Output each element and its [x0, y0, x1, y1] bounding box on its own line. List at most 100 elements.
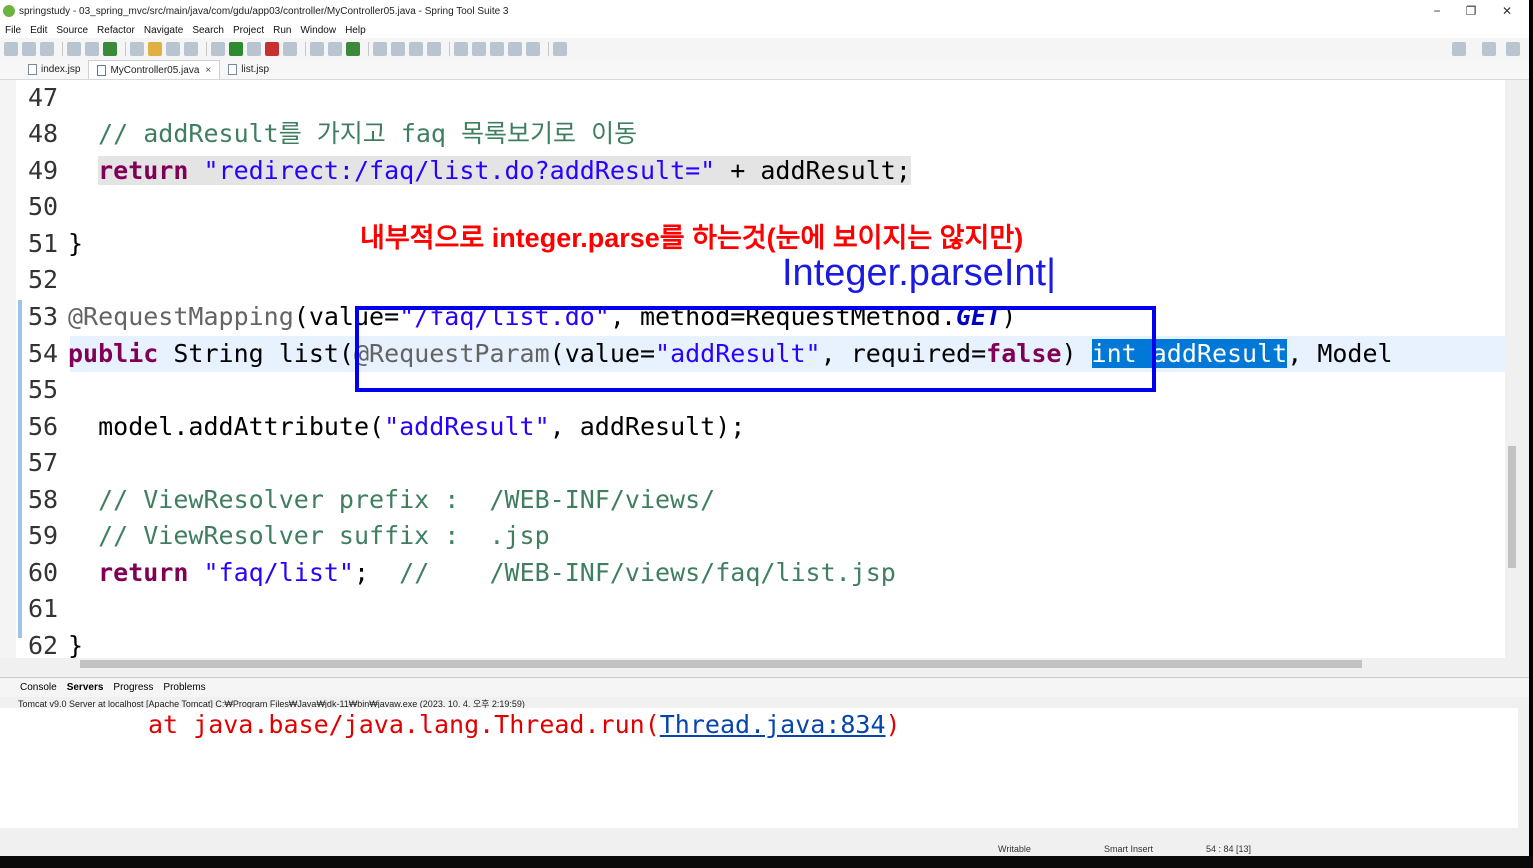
code-line: 61: [28, 591, 68, 627]
line-number: 58: [28, 485, 59, 514]
menu-source[interactable]: Source: [56, 25, 88, 36]
tab-console[interactable]: Console: [20, 682, 57, 693]
stack-trace-text: ): [885, 710, 901, 739]
new-java-project-icon[interactable]: [310, 42, 324, 56]
toggle-mark-icon[interactable]: [184, 42, 198, 56]
java-file-icon: [97, 64, 107, 76]
console-output[interactable]: at java.base/java.lang.Thread.run(Thread…: [0, 708, 1518, 828]
tab-problems[interactable]: Problems: [163, 682, 205, 693]
back-icon[interactable]: [508, 42, 522, 56]
maximize-button[interactable]: ❐: [1454, 0, 1488, 22]
terminal-icon[interactable]: [67, 42, 81, 56]
menu-run[interactable]: Run: [273, 25, 291, 36]
status-cursor-position: 54 : 84 [13]: [1206, 844, 1252, 854]
open-perspective-icon[interactable]: [1482, 42, 1496, 56]
menu-project[interactable]: Project: [233, 25, 264, 36]
tab-index-jsp[interactable]: index.jsp: [20, 60, 88, 79]
code-string: "faq/list": [188, 558, 354, 587]
minimize-button[interactable]: −: [1420, 0, 1454, 22]
search-toolbar-icon[interactable]: [409, 42, 423, 56]
next-annotation-icon[interactable]: [454, 42, 468, 56]
close-button[interactable]: ✕: [1490, 0, 1524, 22]
line-number: 47: [28, 83, 59, 112]
server-icon[interactable]: [103, 42, 117, 56]
toolbar-divider: [449, 42, 450, 56]
previous-annotation-icon[interactable]: [472, 42, 486, 56]
toolbar-divider: [206, 42, 207, 56]
line-number: 55: [28, 375, 59, 404]
line-number: 62: [28, 631, 59, 660]
code-editor[interactable]: 47 48 // addResult를 가지고 faq 목록보기로 이동 49 …: [0, 80, 1518, 660]
open-folder-icon[interactable]: [373, 42, 387, 56]
scrollbar-thumb[interactable]: [1508, 446, 1516, 568]
code-line: 55: [28, 372, 68, 408]
code-keyword: return: [98, 558, 189, 587]
tab-mycontroller05-java[interactable]: MyController05.java ×: [88, 60, 221, 79]
code-area[interactable]: 47 48 // addResult를 가지고 faq 목록보기로 이동 49 …: [28, 80, 1393, 660]
blue-highlight-box: [355, 306, 1156, 392]
scrollbar-thumb[interactable]: [80, 660, 1362, 668]
skip-breakpoints-icon[interactable]: [85, 42, 99, 56]
menu-help[interactable]: Help: [345, 25, 366, 36]
horizontal-scrollbar[interactable]: [70, 658, 1518, 670]
code-text: String list(: [158, 339, 354, 368]
red-annotation-note: 내부적으로 integer.parse를 하는것(눈에 보이지는 않지만): [360, 223, 1024, 253]
new-class-icon[interactable]: [346, 42, 360, 56]
code-line: 48 // addResult를 가지고 faq 목록보기로 이동: [28, 116, 637, 152]
run-icon[interactable]: [229, 42, 243, 56]
stop-icon[interactable]: [265, 42, 279, 56]
vertical-scrollbar[interactable]: [1505, 80, 1518, 658]
editor-gutter: [0, 80, 16, 658]
menu-edit[interactable]: Edit: [30, 25, 47, 36]
external-tools-icon[interactable]: [283, 42, 297, 56]
code-line: 51}: [28, 226, 83, 262]
menu-file[interactable]: File: [5, 25, 21, 36]
close-tab-icon[interactable]: ×: [205, 65, 211, 76]
menu-search[interactable]: Search: [192, 25, 224, 36]
menu-navigate[interactable]: Navigate: [144, 25, 183, 36]
toolbar-divider: [368, 42, 369, 56]
console-tab-bar: Console Servers Progress Problems: [0, 677, 1529, 697]
save-icon[interactable]: [22, 42, 36, 56]
stack-trace-text: at java.base/java.lang.Thread.run(: [148, 710, 660, 739]
jsp-file-icon: [228, 64, 238, 75]
new-package-icon[interactable]: [328, 42, 342, 56]
save-all-icon[interactable]: [40, 42, 54, 56]
code-text: , addResult);: [549, 412, 746, 441]
debug-icon[interactable]: [211, 42, 225, 56]
tab-label: index.jsp: [41, 64, 81, 75]
search-icon[interactable]: [1452, 42, 1466, 56]
return-statement: return "redirect:/faq/list.do?addResult=…: [98, 156, 911, 185]
tab-progress[interactable]: Progress: [113, 682, 153, 693]
spring-icon[interactable]: [148, 42, 162, 56]
pin-editor-icon[interactable]: [553, 42, 567, 56]
menu-bar: File Edit Source Refactor Navigate Searc…: [0, 22, 1529, 38]
open-type-icon[interactable]: [166, 42, 180, 56]
forward-icon[interactable]: [526, 42, 540, 56]
refresh-icon[interactable]: [130, 42, 144, 56]
status-writable: Writable: [998, 844, 1031, 854]
line-number: 52: [28, 265, 59, 294]
stack-trace-link[interactable]: Thread.java:834: [660, 710, 886, 739]
tab-list-jsp[interactable]: list.jsp: [220, 60, 277, 79]
code-comment: // ViewResolver suffix : .jsp: [68, 521, 550, 550]
code-line: 60 return "faq/list"; // /WEB-INF/views/…: [28, 555, 896, 591]
last-edit-icon[interactable]: [490, 42, 504, 56]
coverage-icon[interactable]: [247, 42, 261, 56]
new-icon[interactable]: [4, 42, 18, 56]
menu-refactor[interactable]: Refactor: [97, 25, 135, 36]
change-ruler: [18, 300, 22, 638]
open-task-icon[interactable]: [391, 42, 405, 56]
annotation-icon[interactable]: [427, 42, 441, 56]
menu-window[interactable]: Window: [300, 25, 336, 36]
java-perspective-icon[interactable]: [1506, 42, 1520, 56]
tab-servers[interactable]: Servers: [67, 682, 104, 693]
code-text: model.addAttribute(: [68, 412, 385, 441]
line-number: 53: [28, 302, 59, 331]
code-line: 56 model.addAttribute("addResult", addRe…: [28, 409, 745, 445]
line-number: 61: [28, 594, 59, 623]
tab-label: list.jsp: [241, 64, 270, 75]
toolbar-divider: [548, 42, 549, 56]
code-line: 50: [28, 189, 68, 225]
